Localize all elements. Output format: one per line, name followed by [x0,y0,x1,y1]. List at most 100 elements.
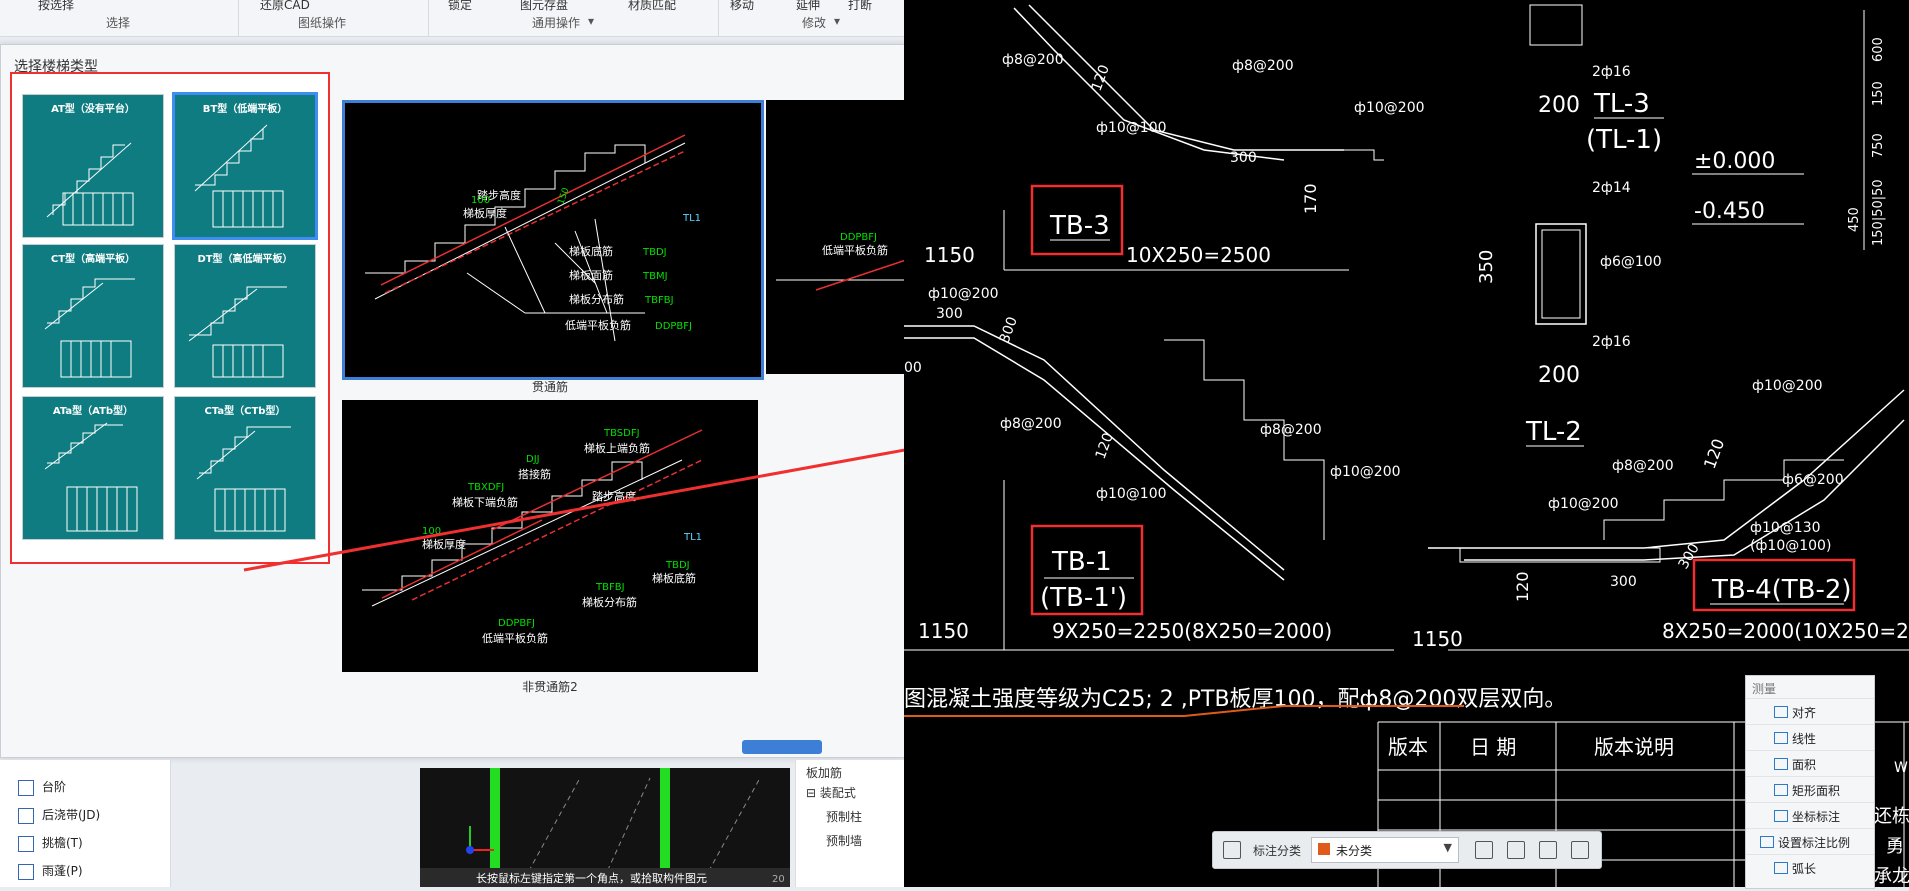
tb3-label: TB-3 [1049,211,1110,241]
dim-label: 300 [1230,150,1257,166]
rebar-label: ф10@200 [928,286,999,302]
measure-item-label: 弧长 [1792,862,1817,876]
linear-icon [1774,732,1788,744]
steps-icon [18,779,34,796]
rebar-label: ф10@200 [1752,378,1823,394]
rebar-label: ф6@100 [1600,254,1662,270]
rebar-label: ф10@200 [1354,100,1425,116]
coordinate-icon [1774,810,1788,822]
canopy-icon [18,863,34,880]
dim-label: 300 [936,306,963,322]
dim-label: 150 [1871,81,1886,106]
general-note: 图混凝土强度等级为C25; 2 ,PTB板厚100，配ф8@200双层双向。 [904,687,1566,712]
rebar-label: 2ф14 [1592,180,1631,196]
measure-area-button[interactable]: 面积 [1746,750,1874,777]
dim-label: 300 [997,315,1021,346]
post-pour-strip-icon [18,807,34,824]
dim-label: 750 [1871,133,1886,158]
eave-icon [18,835,34,852]
dim-label: 120 [1093,431,1117,462]
dim-1150: 1150 [1412,627,1463,651]
nav-item-post-pour-strip[interactable]: 后浇带(JD) [18,806,100,824]
dim-label: 00 [904,360,922,376]
measure-scale-button[interactable]: 设置标注比例 [1746,828,1874,855]
paste-icon[interactable] [1571,841,1589,859]
dim-label: 300 [1610,574,1637,590]
prop-row: 预制墙 [826,834,863,848]
rebar-label: ф8@200 [1000,416,1062,432]
nav-item-eave[interactable]: 挑檐(T) [18,834,83,852]
nav-item-steps[interactable]: 台阶 [18,778,66,796]
align-icon [1774,706,1788,718]
tl3-label: TL-3 [1593,89,1650,119]
tb1-label: TB-1 [1051,547,1112,577]
rebar-label: ф10@200 [1330,464,1401,480]
table-header-desc: 版本说明 [1594,735,1674,759]
measure-rect-area-button[interactable]: 矩形面积 [1746,776,1874,803]
component-nav-list: 台阶 后浇带(JD) 挑檐(T) 雨蓬(P) [0,760,171,887]
nav-item-canopy[interactable]: 雨蓬(P) [18,862,83,880]
rebar-label: ф10@200 [1548,496,1619,512]
measure-item-label: 对齐 [1792,706,1817,720]
measure-arc-length-button[interactable]: 弧长 [1746,854,1874,881]
table-header-version: 版本 [1388,735,1428,759]
measure-align-button[interactable]: 对齐 [1746,698,1874,725]
dim-label: 120 [1513,571,1532,602]
annotation-category-select[interactable]: 未分类 ▼ [1311,837,1459,863]
dim-tb1-span: 9X250=2250(8X250=2000) [1052,619,1332,643]
edit-icon[interactable] [1475,841,1493,859]
tb4-label: TB-4(TB-2) [1711,575,1852,605]
tl2-label: TL-2 [1525,417,1582,447]
rebar-label: ф10@130 [1750,520,1821,536]
dim-label: 600 [1871,37,1886,62]
dim-label: 170 [1301,183,1320,214]
rebar-label: ф8@200 [1232,58,1294,74]
prop-row-assembly[interactable]: ⊟ 装配式 [806,784,856,801]
measure-coordinate-button[interactable]: 坐标标注 [1746,802,1874,829]
rebar-label: 2ф16 [1592,334,1631,350]
nav-item-label: 挑檐(T) [42,836,83,850]
rebar-label: 2ф16 [1592,64,1631,80]
copy-icon[interactable] [1539,841,1557,859]
dim-350: 350 [1476,250,1497,284]
title-block-text: 承龙 [1874,866,1909,887]
measure-linear-button[interactable]: 线性 [1746,724,1874,751]
rect-area-icon [1774,784,1788,796]
rebar-label: ф8@200 [1612,458,1674,474]
category-color-swatch [1318,843,1330,855]
rebar-label: ф8@200 [1002,52,1064,68]
nav-item-label: 雨蓬(P) [42,864,83,878]
annotation-category-label: 标注分类 [1253,844,1302,858]
measure-item-label: 设置标注比例 [1778,836,1851,850]
nav-item-label: 后浇带(JD) [42,808,101,822]
measure-item-label: 矩形面积 [1792,784,1841,798]
rebar-label: (ф10@100) [1750,538,1831,554]
dim-label: 150|50|50 [1871,179,1886,246]
nav-item-label: 台阶 [42,780,67,794]
grid-icon[interactable] [1223,841,1241,859]
title-block-text: 勇 [1886,836,1904,857]
elevation-neg: -0.450 [1694,199,1765,224]
rebar-label: ф6@200 [1782,472,1844,488]
model-viewport[interactable]: 长按鼠标左键指定第一个角点，或拾取构件图元 20 [420,768,790,888]
title-block-text: W [1894,760,1908,776]
prop-row: 预制柱 [826,810,863,824]
dim-label: 450 [1847,207,1862,232]
prop-row: 板加筋 [806,766,843,780]
chevron-down-icon: ▼ [1443,841,1452,854]
properties-panel: 板加筋 ⊟ 装配式 预制柱 预制墙 [795,760,906,887]
tl1-label: (TL-1) [1586,125,1662,155]
dim-1150: 1150 [918,619,969,643]
arc-length-icon [1774,862,1788,874]
measure-item-label: 坐标标注 [1792,810,1841,824]
measure-item-label: 线性 [1792,732,1817,746]
dim-tb4-span: 8X250=2000(10X250=2500) [1662,619,1909,643]
dim-tb3-span: 10X250=2500 [1126,243,1271,267]
status-number: 20 [772,874,785,885]
dim-1150: 1150 [924,243,975,267]
table-header-date: 日 期 [1470,735,1516,759]
viewport-drawing: 长按鼠标左键指定第一个角点，或拾取构件图元 20 [420,768,790,888]
measure-panel: 测量 对齐 线性 面积 矩形面积 坐标标注 设置标注比例 弧长 [1745,675,1875,889]
move-icon[interactable] [1507,841,1525,859]
elevation-zero: ±0.000 [1694,149,1775,174]
